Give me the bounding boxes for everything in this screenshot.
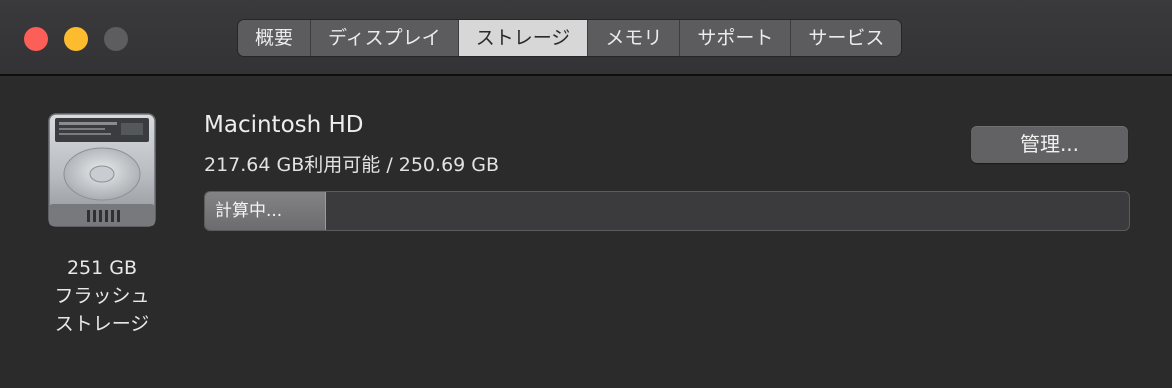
capacity-type-line2: ストレージ (54, 313, 150, 335)
tab-service[interactable]: サービス (791, 20, 901, 56)
capacity-type-line1: フラッシュ (54, 285, 150, 307)
tab-display[interactable]: ディスプレイ (311, 20, 459, 56)
storage-usage-bar: 計算中... (204, 191, 1130, 231)
close-window-button[interactable] (24, 27, 48, 51)
capacity-size: 251 GB (66, 257, 138, 279)
minimize-window-button[interactable] (64, 27, 88, 51)
volume-name: Macintosh HD (204, 112, 364, 138)
tab-overview[interactable]: 概要 (238, 20, 312, 56)
tab-support[interactable]: サポート (680, 20, 792, 56)
tab-bar: 概要 ディスプレイ ストレージ メモリ サポート サービス (238, 20, 902, 56)
tab-storage[interactable]: ストレージ (458, 20, 589, 56)
title-bar: 概要 ディスプレイ ストレージ メモリ サポート サービス (0, 0, 1172, 76)
hard-drive-icon (45, 112, 159, 230)
disk-capacity-label: 251 GB フラッシュ ストレージ (40, 254, 164, 338)
tab-memory[interactable]: メモリ (588, 20, 681, 56)
manage-button[interactable]: 管理... (971, 126, 1128, 163)
volume-available-space: 217.64 GB利用可能 / 250.69 GB (204, 154, 500, 176)
zoom-window-button[interactable] (104, 27, 128, 51)
calculating-label: 計算中... (215, 201, 283, 221)
